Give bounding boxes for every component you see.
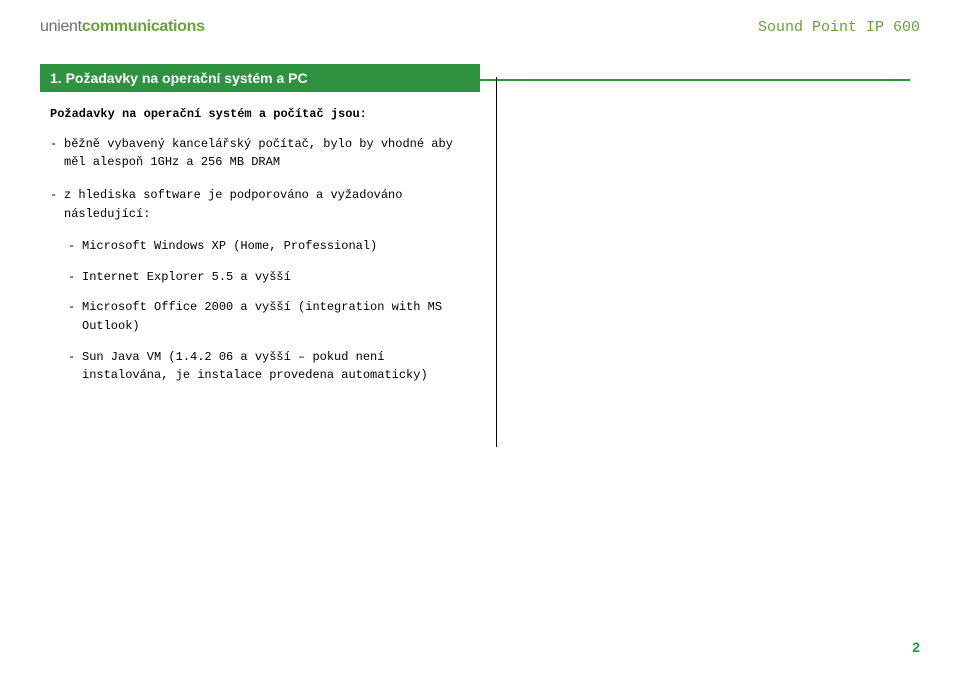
brand-logo: unientcommunications xyxy=(40,18,205,36)
bullet-list: - běžně vybavený kancelářský počítač, by… xyxy=(50,135,480,385)
brand-part1: unient xyxy=(40,18,82,35)
section-title: 1. Požadavky na operační systém a PC xyxy=(40,64,480,92)
bullet-dash: - xyxy=(68,237,82,256)
bullet-dash: - xyxy=(68,268,82,287)
bullet-dash: - xyxy=(68,298,82,335)
list-item-text: Microsoft Office 2000 a vyšší (integrati… xyxy=(82,298,478,335)
list-item-text: z hlediska software je podporováno a vyž… xyxy=(64,186,460,223)
left-column: 1. Požadavky na operační systém a PC Pož… xyxy=(40,64,480,397)
document-page: unientcommunications Sound Point IP 600 … xyxy=(0,0,960,673)
section-intro: Požadavky na operační systém a počítač j… xyxy=(50,106,476,123)
sub-list-item: - Sun Java VM (1.4.2 06 a vyšší – pokud … xyxy=(68,348,478,385)
list-item-text: Sun Java VM (1.4.2 06 a vyšší – pokud ne… xyxy=(82,348,478,385)
bullet-dash: - xyxy=(50,186,64,223)
right-column xyxy=(480,64,910,81)
list-item-text: běžně vybavený kancelářský počítač, bylo… xyxy=(64,135,460,172)
page-number: 2 xyxy=(912,639,920,655)
list-item: - běžně vybavený kancelářský počítač, by… xyxy=(50,135,460,172)
sub-list-item: - Internet Explorer 5.5 a vyšší xyxy=(68,268,478,287)
list-item-text: Microsoft Windows XP (Home, Professional… xyxy=(82,237,478,256)
list-item: - z hlediska software je podporováno a v… xyxy=(50,186,460,223)
content-columns: 1. Požadavky na operační systém a PC Pož… xyxy=(40,64,920,397)
section-rule xyxy=(480,79,910,81)
sub-list-item: - Microsoft Windows XP (Home, Profession… xyxy=(68,237,478,256)
bullet-dash: - xyxy=(68,348,82,385)
bullet-dash: - xyxy=(50,135,64,172)
page-header: unientcommunications Sound Point IP 600 xyxy=(40,18,920,36)
sub-list-item: - Microsoft Office 2000 a vyšší (integra… xyxy=(68,298,478,335)
column-divider xyxy=(496,77,497,447)
brand-part2: communications xyxy=(82,18,205,35)
list-item-text: Internet Explorer 5.5 a vyšší xyxy=(82,268,478,287)
device-label: Sound Point IP 600 xyxy=(758,19,920,36)
